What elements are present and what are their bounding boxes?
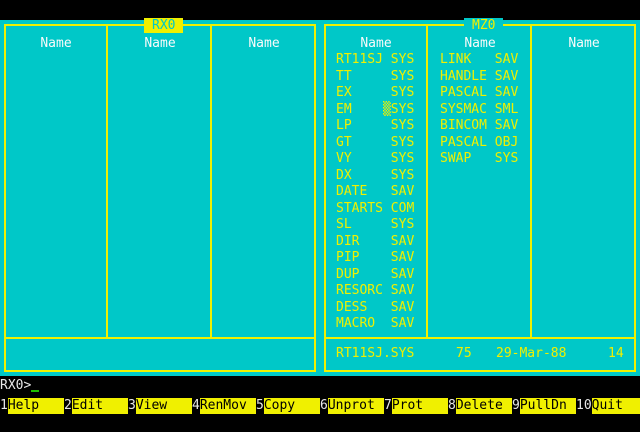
left-panel-frame — [4, 24, 316, 372]
right-file-list-col2: LINK SAV HANDLE SAV PASCAL SAV SYSMAC SM… — [440, 52, 518, 168]
key-label: Delete — [455, 398, 512, 414]
f6-unprot-key[interactable]: 6 Unprot — [320, 398, 384, 414]
key-number: 9 — [512, 398, 520, 414]
left-panel-title: RX0 — [144, 18, 184, 33]
file-entry[interactable]: TT SYS — [336, 69, 414, 86]
key-label: Prot — [391, 398, 448, 414]
file-entry[interactable]: EM ▒SYS — [336, 102, 414, 119]
key-number: 4 — [192, 398, 200, 414]
f9-pulldn-key[interactable]: 9 PullDn — [512, 398, 576, 414]
file-entry[interactable]: DX SYS — [336, 168, 414, 185]
right-column-header-2: Name — [464, 36, 496, 51]
file-entry[interactable]: EX SYS — [336, 85, 414, 102]
file-entry[interactable]: PASCAL SAV — [440, 85, 518, 102]
left-column-header-1: Name — [40, 36, 72, 51]
key-number: 10 — [576, 398, 592, 414]
file-entry[interactable]: LP SYS — [336, 118, 414, 135]
f1-help-key[interactable]: 1 Help — [0, 398, 64, 414]
key-label: PullDn — [519, 398, 576, 414]
file-entry[interactable]: GT SYS — [336, 135, 414, 152]
right-status-divider — [324, 337, 636, 339]
key-label: Quit — [591, 398, 640, 414]
file-entry[interactable]: SL SYS — [336, 217, 414, 234]
file-entry[interactable]: DATE SAV — [336, 184, 414, 201]
key-label: Edit — [71, 398, 128, 414]
key-number: 2 — [64, 398, 72, 414]
file-entry[interactable]: DIR SAV — [336, 234, 414, 251]
key-number: 7 — [384, 398, 392, 414]
file-entry[interactable]: DESS SAV — [336, 300, 414, 317]
key-label: View — [135, 398, 192, 414]
key-label: RenMov — [199, 398, 256, 414]
f5-copy-key[interactable]: 5 Copy — [256, 398, 320, 414]
left-column-header-3: Name — [248, 36, 280, 51]
command-line[interactable]: RX0> — [0, 378, 640, 396]
left-status-divider — [4, 337, 316, 339]
key-number: 5 — [256, 398, 264, 414]
f8-delete-key[interactable]: 8 Delete — [448, 398, 512, 414]
f4-renmov-key[interactable]: 4 RenMov — [192, 398, 256, 414]
file-entry[interactable]: DUP SAV — [336, 267, 414, 284]
file-entry[interactable]: LINK SAV — [440, 52, 518, 69]
right-column-divider-2 — [530, 24, 532, 337]
command-prompt: RX0> — [0, 378, 32, 393]
right-panel[interactable]: MZ0 Name Name Name RT11SJ SYS TT SYS EX … — [320, 18, 640, 376]
right-column-header-1: Name — [360, 36, 392, 51]
right-column-header-3: Name — [568, 36, 600, 51]
f2-edit-key[interactable]: 2 Edit — [64, 398, 128, 414]
status-size: 75 — [456, 346, 472, 361]
text-cursor — [31, 390, 40, 392]
file-entry[interactable]: SYSMAC SML — [440, 102, 518, 119]
f7-prot-key[interactable]: 7 Prot — [384, 398, 448, 414]
bottom-margin — [0, 416, 640, 432]
key-label: Copy — [263, 398, 320, 414]
status-filename: RT11SJ.SYS — [336, 346, 415, 361]
right-file-list-col1: RT11SJ SYS TT SYS EX SYS EM ▒SYS LP SYS … — [336, 52, 414, 333]
file-entry[interactable]: BINCOM SAV — [440, 118, 518, 135]
file-entry[interactable]: PASCAL OBJ — [440, 135, 518, 152]
status-extra: 14 — [608, 346, 624, 361]
top-bar — [0, 0, 640, 20]
key-number: 3 — [128, 398, 136, 414]
left-panel[interactable]: RX0 Name Name Name — [0, 18, 320, 376]
f3-view-key[interactable]: 3 View — [128, 398, 192, 414]
right-column-divider-1 — [426, 24, 428, 337]
key-number: 1 — [0, 398, 8, 414]
file-entry[interactable]: PIP SAV — [336, 250, 414, 267]
key-label: Help — [7, 398, 64, 414]
file-entry[interactable]: STARTS COM — [336, 201, 414, 218]
left-column-divider-1 — [106, 24, 108, 337]
key-label: Unprot — [327, 398, 384, 414]
file-entry[interactable]: HANDLE SAV — [440, 69, 518, 86]
right-panel-title: MZ0 — [464, 18, 504, 33]
function-key-bar: 1 Help 2 Edit 3 View 4 RenMov 5 Copy 6 Unprot … — [0, 398, 640, 416]
file-entry[interactable]: MACRO SAV — [336, 316, 414, 333]
f10-quit-key[interactable]: 10 Quit — [576, 398, 640, 414]
key-number: 6 — [320, 398, 328, 414]
key-number: 8 — [448, 398, 456, 414]
file-entry[interactable]: RESORC SAV — [336, 283, 414, 300]
file-entry[interactable]: RT11SJ SYS — [336, 52, 414, 69]
left-column-divider-2 — [210, 24, 212, 337]
left-column-header-2: Name — [144, 36, 176, 51]
status-date: 29-Mar-88 — [496, 346, 567, 361]
file-entry[interactable]: VY SYS — [336, 151, 414, 168]
file-entry[interactable]: SWAP SYS — [440, 151, 518, 168]
